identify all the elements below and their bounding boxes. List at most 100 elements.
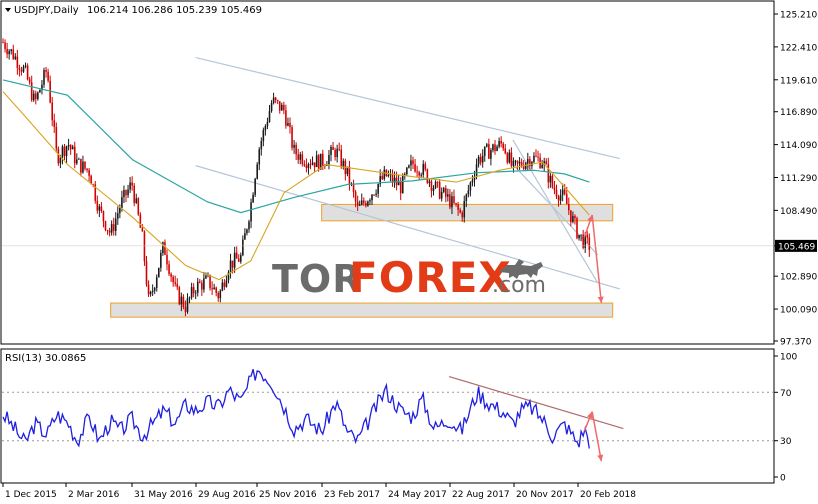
candle-body xyxy=(51,102,53,121)
candle-body xyxy=(262,130,265,142)
price-tick-label: 116.890 xyxy=(780,108,817,118)
candle-body xyxy=(502,143,504,149)
candle-body xyxy=(475,164,478,177)
candle-body xyxy=(10,49,12,52)
candle-body xyxy=(338,148,340,150)
candle-body xyxy=(467,190,470,195)
candle-body xyxy=(285,110,287,126)
candle-body xyxy=(199,281,201,283)
candle-body xyxy=(158,267,160,278)
candle-body xyxy=(233,252,236,268)
candle-body xyxy=(483,146,486,156)
price-tick-label: 125.210 xyxy=(780,11,817,21)
candle-body xyxy=(137,198,140,215)
candle-body xyxy=(147,284,150,295)
candle-body xyxy=(270,103,273,112)
candle-body xyxy=(317,155,320,170)
candle-body xyxy=(252,194,254,203)
candle-body xyxy=(28,79,31,83)
candle-body xyxy=(506,153,509,163)
candle-body xyxy=(82,161,84,173)
candle-body xyxy=(307,164,310,168)
candle-body xyxy=(336,148,338,158)
candle-body xyxy=(100,206,103,212)
candle-body xyxy=(360,200,363,205)
candle-body xyxy=(256,164,258,179)
candle-body xyxy=(84,161,86,169)
candle-body xyxy=(69,145,72,150)
price-tick-label: 100.090 xyxy=(780,306,817,316)
candle-body xyxy=(315,155,318,168)
candle-body xyxy=(153,288,156,291)
candle-body xyxy=(102,211,105,222)
candle-body xyxy=(14,56,17,59)
candle-body xyxy=(541,164,543,168)
candle-body xyxy=(125,189,127,196)
candle-body xyxy=(551,175,554,188)
candle-body xyxy=(293,144,295,148)
candle-body xyxy=(586,234,589,238)
candle-body xyxy=(508,152,511,163)
candle-body xyxy=(223,282,226,287)
candle-body xyxy=(121,197,123,208)
candle-body xyxy=(254,178,256,195)
candle-body xyxy=(123,189,125,198)
usdjpy-daily-chart: 125.210 122.410 119.610 116.890 114.090 111.2… xyxy=(0,0,817,500)
candle-body xyxy=(65,146,68,156)
candle-body xyxy=(24,65,27,67)
candle-body xyxy=(6,48,8,55)
candle-body xyxy=(188,297,191,299)
candle-body xyxy=(225,280,228,287)
rsi-tick-label: 70 xyxy=(780,389,792,399)
candle-body xyxy=(174,282,176,284)
candle-body xyxy=(365,203,367,206)
candle-body xyxy=(576,218,578,239)
candle-body xyxy=(416,171,418,173)
candle-body xyxy=(477,156,480,165)
candle-body xyxy=(22,66,25,72)
time-axis: 1 Dec 2015 2 Mar 2016 31 May 2016 29 Aug 20… xyxy=(2,483,636,500)
candle-body xyxy=(371,194,373,201)
time-tick-label: 20 Feb 2018 xyxy=(580,490,636,500)
candle-body xyxy=(203,278,205,290)
candle-body xyxy=(180,296,183,305)
candle-body xyxy=(53,120,56,127)
candle-body xyxy=(155,277,158,289)
candle-body xyxy=(434,181,437,189)
candle-body xyxy=(229,260,232,273)
candle-body xyxy=(209,274,211,289)
candle-body xyxy=(299,154,302,160)
candle-body xyxy=(426,169,429,183)
candle-body xyxy=(533,155,535,162)
candle-body xyxy=(129,182,131,190)
candle-body xyxy=(164,242,166,255)
candle-body xyxy=(106,229,109,231)
candle-body xyxy=(205,275,207,279)
candle-body xyxy=(401,175,404,194)
watermark: TOR FOREX .com xyxy=(272,253,546,302)
rsi-tick-label: 30 xyxy=(780,437,792,447)
candle-body xyxy=(455,202,457,205)
candle-body xyxy=(67,145,70,147)
candle-body xyxy=(367,201,369,206)
candle-body xyxy=(78,158,80,160)
price-axis: 125.210 122.410 119.610 116.890 114.090 111.2… xyxy=(774,11,817,348)
candle-body xyxy=(369,200,371,202)
candle-body xyxy=(461,212,463,218)
candle-body xyxy=(305,165,308,168)
candle-body xyxy=(522,166,525,169)
candle-body xyxy=(295,144,297,155)
candle-body xyxy=(377,184,379,194)
candle-body xyxy=(555,189,558,197)
candle-body xyxy=(463,201,466,218)
candle-body xyxy=(469,182,472,191)
candle-body xyxy=(399,181,402,194)
candle-body xyxy=(563,189,566,194)
price-tick-label: 111.290 xyxy=(780,174,817,184)
candle-body xyxy=(410,160,412,166)
candle-body xyxy=(32,93,35,101)
time-tick-label: 25 Nov 2016 xyxy=(259,490,317,500)
time-tick-label: 1 Dec 2015 xyxy=(5,490,57,500)
candle-body xyxy=(39,89,41,93)
candle-body xyxy=(201,282,203,290)
